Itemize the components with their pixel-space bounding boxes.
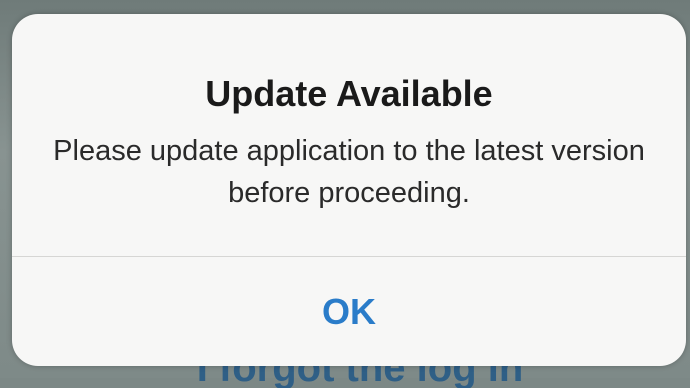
alert-message: Please update application to the latest … xyxy=(53,135,645,209)
update-alert-dialog: Update Available Please update applicati… xyxy=(12,14,686,366)
alert-content: Update Available Please update applicati… xyxy=(12,14,686,256)
ok-button[interactable]: OK xyxy=(12,257,686,366)
alert-title: Update Available xyxy=(205,73,493,114)
